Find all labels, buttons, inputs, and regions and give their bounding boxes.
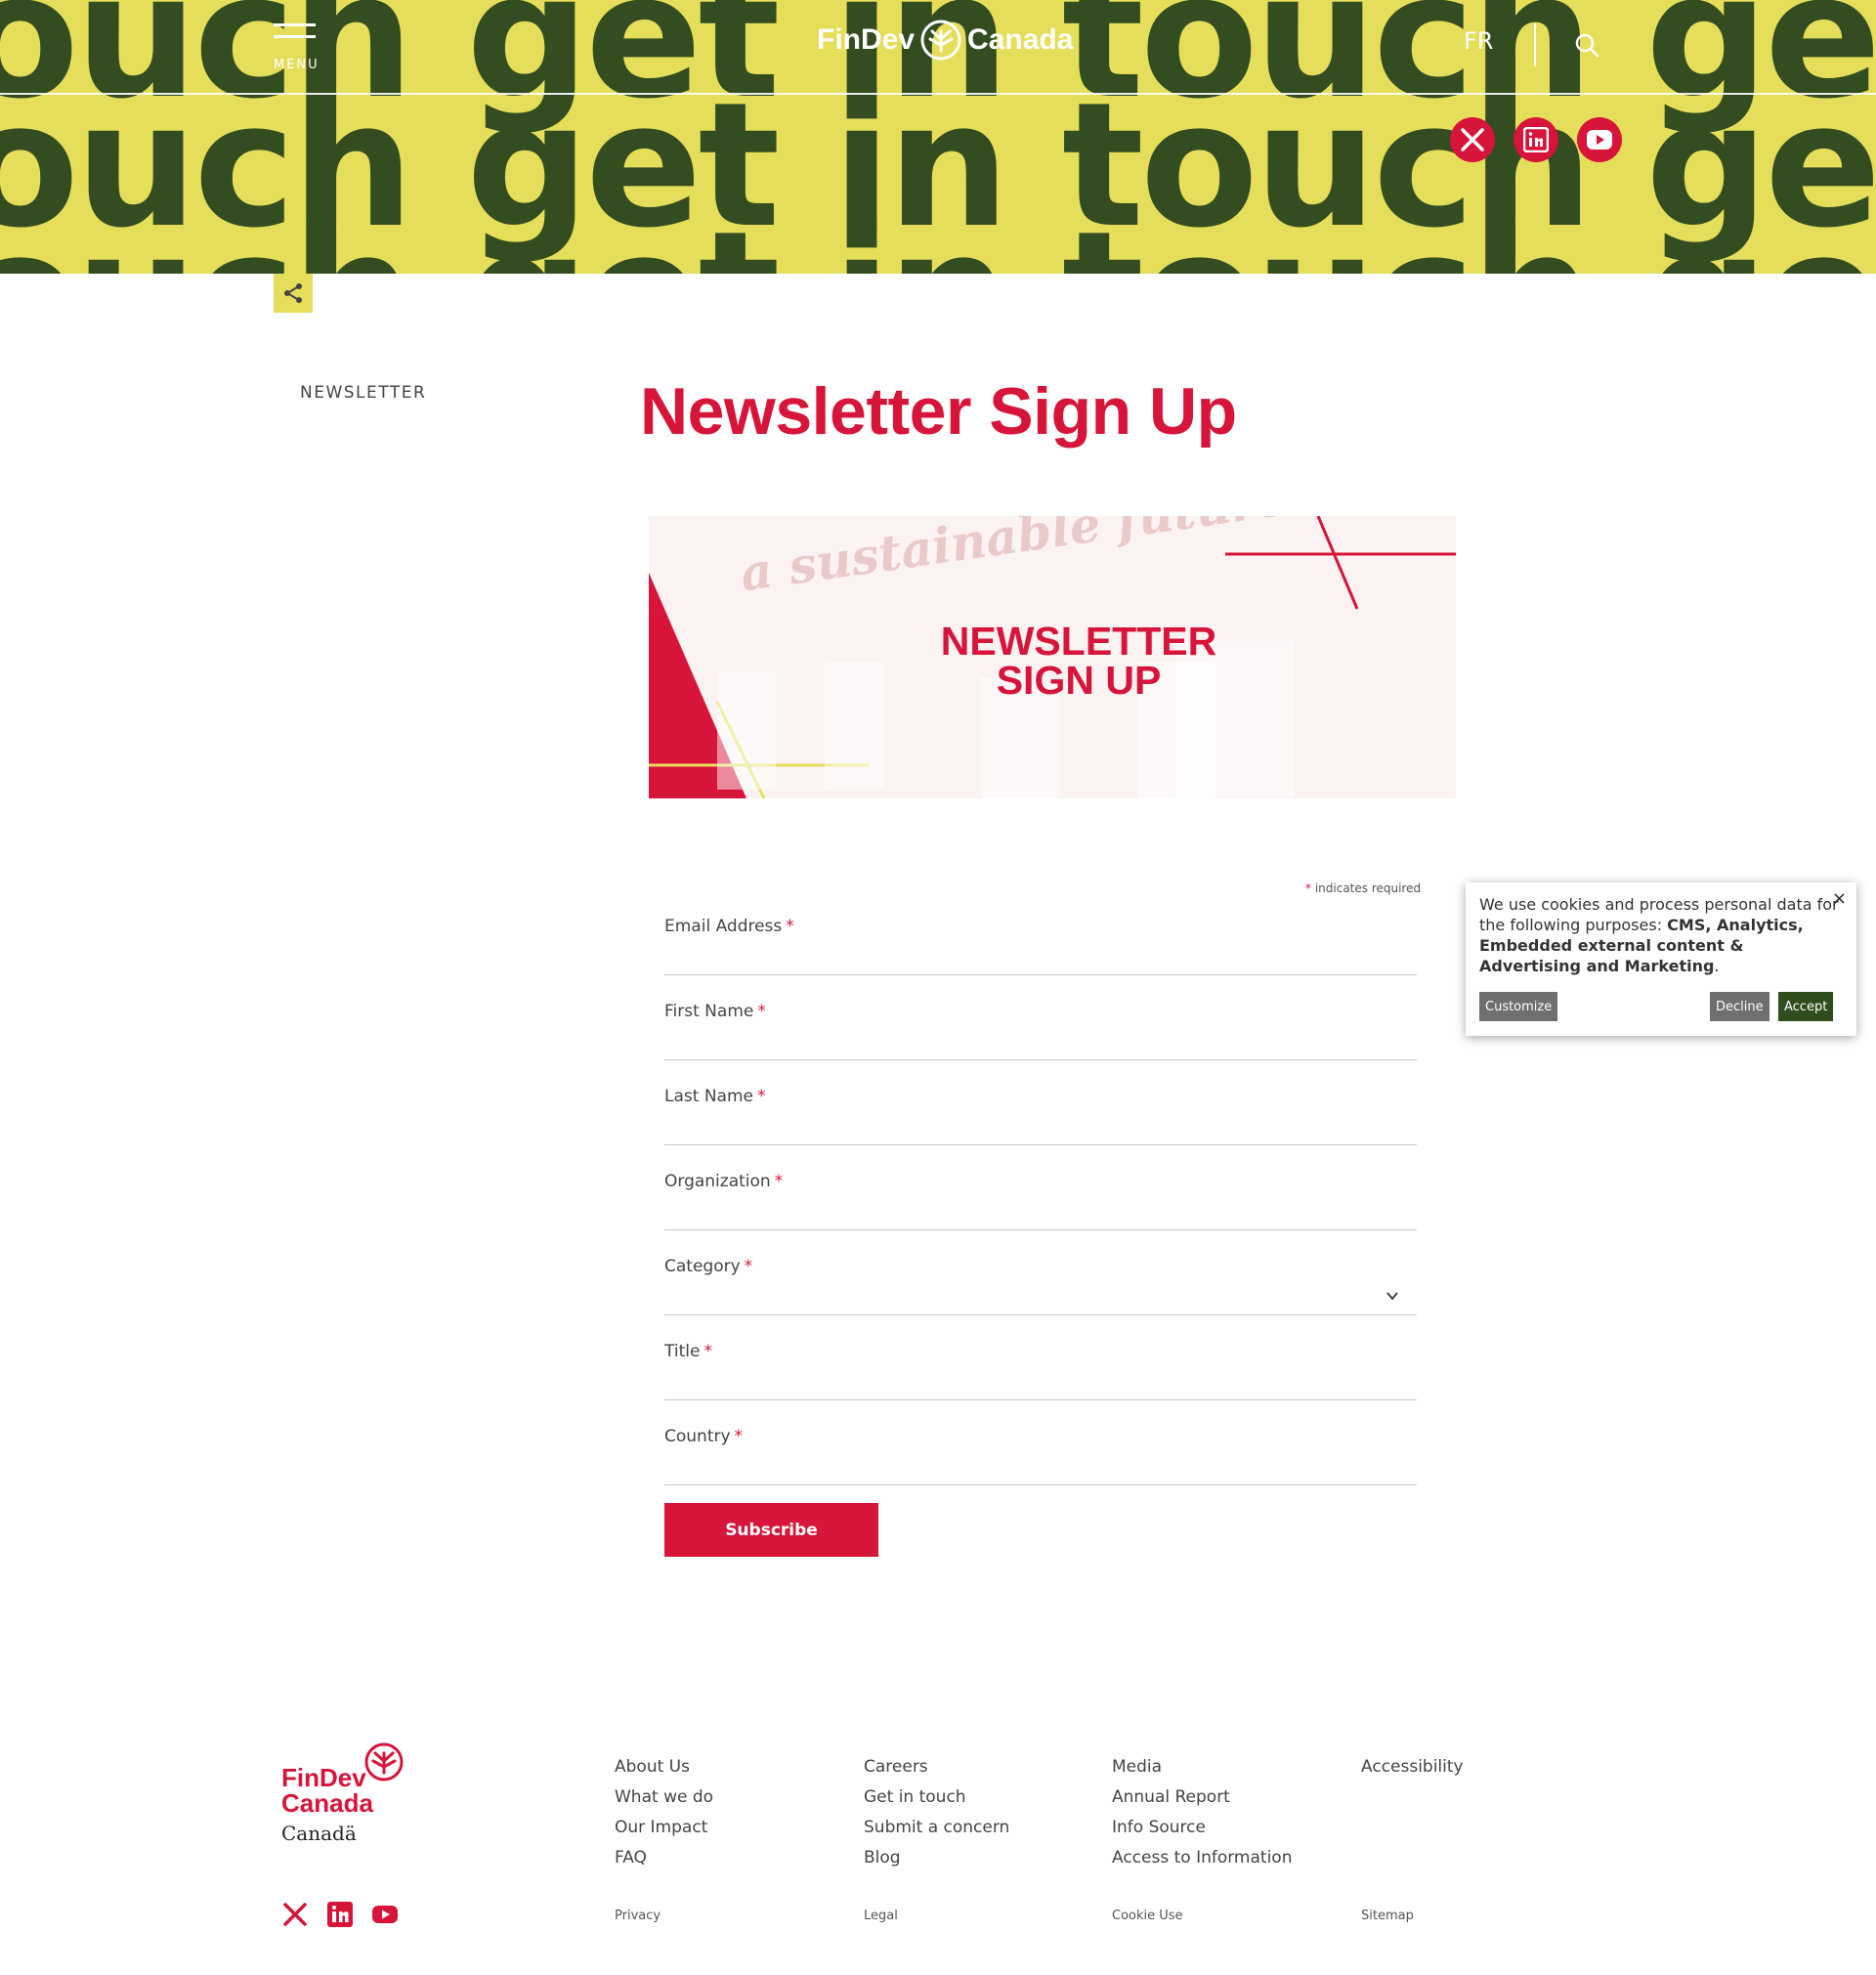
last-name-field[interactable]: Last Name *	[664, 1087, 1417, 1145]
field-label: Country *	[664, 1427, 743, 1446]
header-divider-line	[0, 93, 1876, 95]
organization-input[interactable]	[664, 1200, 1417, 1229]
footer-link-media[interactable]: Media	[1112, 1757, 1162, 1777]
field-label: Title *	[664, 1342, 712, 1361]
first-name-input[interactable]	[664, 1030, 1417, 1059]
logo-text-left: FinDev	[817, 23, 916, 56]
required-star: *	[757, 1002, 766, 1021]
share-button[interactable]	[274, 274, 313, 313]
footer-link-submit-concern[interactable]: Submit a concern	[864, 1818, 1009, 1837]
title-field[interactable]: Title *	[664, 1342, 1417, 1400]
email-field[interactable]: Email Address *	[664, 917, 1417, 975]
close-icon[interactable]: ×	[1832, 888, 1847, 909]
breadcrumb[interactable]: NEWSLETTER	[300, 383, 426, 403]
decline-button[interactable]: Decline	[1710, 992, 1769, 1021]
menu-icon-bar	[274, 35, 316, 38]
required-star: *	[786, 917, 794, 936]
footer-logo-line1: FinDev	[281, 1763, 366, 1792]
chevron-down-icon[interactable]	[1386, 1289, 1399, 1303]
footer-link-what-we-do[interactable]: What we do	[615, 1787, 713, 1807]
x-icon[interactable]	[281, 1901, 309, 1928]
cookie-message: We use cookies and process personal data…	[1479, 894, 1841, 976]
footer-logo-line2: Canada	[281, 1788, 373, 1818]
email-input[interactable]	[664, 945, 1417, 974]
first-name-field[interactable]: First Name *	[664, 1002, 1417, 1060]
language-toggle[interactable]: FR	[1464, 27, 1493, 55]
country-label: Country	[664, 1427, 731, 1446]
field-label: Organization *	[664, 1172, 783, 1191]
organization-label: Organization	[664, 1172, 771, 1191]
footer-link-cookie-use[interactable]: Cookie Use	[1112, 1909, 1183, 1923]
hero-pattern-row: ouch get in touch get	[0, 209, 1876, 275]
menu-icon	[274, 23, 316, 26]
required-star: *	[774, 1172, 784, 1191]
cookie-message-end: .	[1714, 957, 1720, 975]
search-icon[interactable]	[1573, 31, 1600, 59]
footer-logo[interactable]: FinDev Canada Canadä	[281, 1739, 418, 1847]
country-input[interactable]	[664, 1455, 1417, 1484]
required-star: *	[704, 1342, 712, 1361]
header-vertical-divider	[1534, 23, 1536, 66]
footer-link-blog[interactable]: Blog	[864, 1848, 901, 1868]
linkedin-icon	[1523, 127, 1549, 152]
required-star: *	[744, 1257, 753, 1276]
first-name-label: First Name	[664, 1002, 754, 1021]
footer-link-access-to-information[interactable]: Access to Information	[1112, 1848, 1292, 1868]
youtube-social-button[interactable]	[1577, 117, 1622, 162]
organization-field[interactable]: Organization *	[664, 1172, 1417, 1230]
field-label: Email Address *	[664, 917, 794, 936]
footer-link-sitemap[interactable]: Sitemap	[1361, 1909, 1414, 1923]
banner-headline: NEWSLETTER SIGN UP	[940, 619, 1217, 703]
x-icon	[1461, 128, 1484, 151]
canada-wordmark: Canadä	[281, 1822, 357, 1845]
field-label: First Name *	[664, 1002, 766, 1021]
footer-link-accessibility[interactable]: Accessibility	[1361, 1757, 1464, 1777]
footer-link-info-source[interactable]: Info Source	[1112, 1818, 1206, 1837]
logo-leaf-icon	[920, 20, 961, 61]
footer-link-legal[interactable]: Legal	[864, 1909, 898, 1923]
title-label: Title	[664, 1342, 701, 1361]
logo-text-right: Canada	[967, 23, 1074, 56]
required-note-text: indicates required	[1314, 881, 1422, 895]
footer-logo-leaf-icon	[364, 1742, 404, 1782]
category-select[interactable]: Category *	[664, 1257, 1417, 1315]
email-label: Email Address	[664, 917, 783, 936]
country-field[interactable]: Country *	[664, 1427, 1417, 1485]
linkedin-icon[interactable]	[326, 1901, 354, 1928]
newsletter-banner-image: a sustainable future NEWSLETTER SIGN UP	[649, 516, 1456, 798]
last-name-label: Last Name	[664, 1087, 753, 1106]
x-social-button[interactable]	[1450, 117, 1495, 162]
footer-link-our-impact[interactable]: Our Impact	[615, 1818, 707, 1837]
field-label: Category *	[664, 1257, 752, 1276]
footer-link-about[interactable]: About Us	[615, 1757, 690, 1777]
footer-link-careers[interactable]: Careers	[864, 1757, 928, 1777]
category-label: Category	[664, 1257, 741, 1276]
customize-button[interactable]: Customize	[1479, 992, 1558, 1021]
menu-label: MENU	[274, 58, 320, 72]
share-icon	[284, 283, 302, 303]
required-note: * indicates required	[1305, 881, 1421, 895]
footer-link-privacy[interactable]: Privacy	[615, 1909, 661, 1923]
linkedin-social-button[interactable]	[1514, 117, 1558, 162]
required-star: *	[1305, 881, 1311, 895]
field-label: Last Name *	[664, 1087, 765, 1106]
cookie-consent-popup: × We use cookies and process personal da…	[1466, 882, 1856, 1036]
subscribe-button[interactable]: Subscribe	[664, 1503, 878, 1557]
page-title: Newsletter Sign Up	[640, 374, 1237, 449]
footer-link-faq[interactable]: FAQ	[615, 1848, 647, 1868]
youtube-icon	[1587, 130, 1612, 150]
youtube-icon[interactable]	[371, 1901, 399, 1928]
hero-banner: ouch get in touch get ouch get in touch …	[0, 0, 1876, 274]
required-star: *	[756, 1087, 766, 1106]
accept-button[interactable]: Accept	[1778, 992, 1834, 1021]
footer-link-get-in-touch[interactable]: Get in touch	[864, 1787, 966, 1807]
last-name-input[interactable]	[664, 1115, 1417, 1144]
footer-link-annual-report[interactable]: Annual Report	[1112, 1787, 1230, 1807]
required-star: *	[734, 1427, 744, 1446]
title-input[interactable]	[664, 1370, 1417, 1399]
site-logo[interactable]: FinDev Canada	[817, 16, 1073, 64]
menu-button[interactable]: MENU	[274, 23, 320, 74]
